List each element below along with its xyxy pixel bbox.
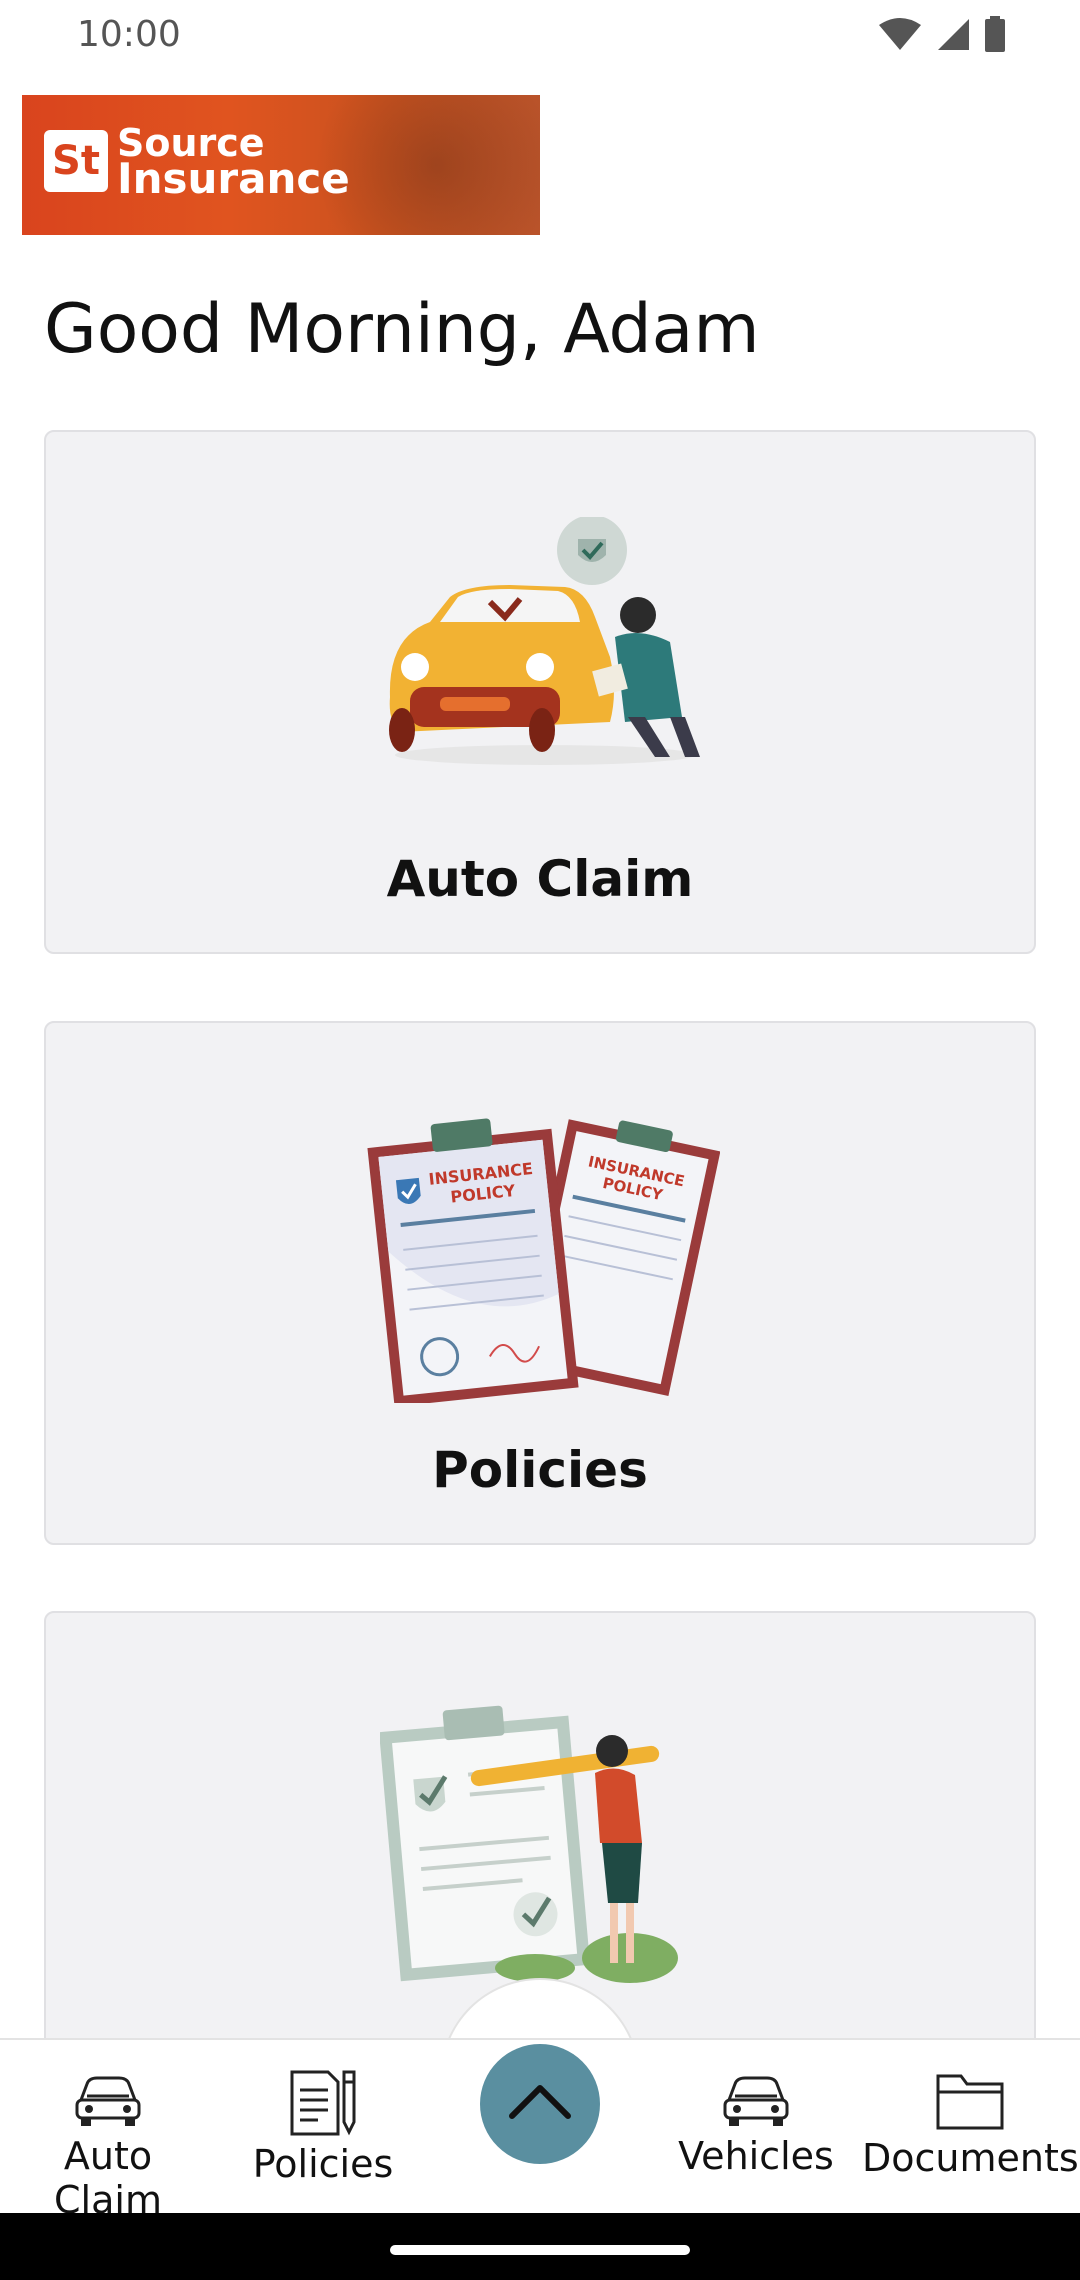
expand-menu-button[interactable] — [480, 2044, 600, 2164]
status-time: 10:00 — [77, 14, 181, 55]
nav-label-documents: Documents — [862, 2136, 1079, 2180]
logo-text: Source Insurance — [117, 124, 350, 203]
cellular-signal-icon — [938, 19, 969, 50]
system-navigation-bar — [0, 2213, 1080, 2280]
car-icon — [723, 2076, 789, 2126]
insurance-policy-documents-illustration: INSURANCE POLICY INSURANCE POLICY — [367, 1118, 720, 1403]
auto-claim-label: Auto Claim — [386, 850, 694, 908]
nav-label-auto-claim: Auto Claim — [54, 2134, 162, 2222]
logo-name-line2: Insurance — [117, 154, 350, 203]
checklist-illustration — [380, 1705, 678, 1983]
nav-item-vehicles[interactable]: Vehicles — [666, 2070, 846, 2178]
home-gesture-handle[interactable] — [390, 2245, 690, 2255]
car-icon — [75, 2076, 141, 2126]
folder-icon — [936, 2074, 1004, 2130]
nav-label-policies: Policies — [252, 2142, 394, 2186]
greeting-title: Good Morning, Adam — [44, 290, 760, 369]
logo-mark: St — [44, 130, 108, 192]
chevron-up-icon — [509, 2085, 571, 2119]
document-pen-icon — [290, 2070, 356, 2136]
car-inspection-illustration — [389, 517, 700, 765]
nav-label-vehicles: Vehicles — [678, 2134, 834, 2178]
nav-item-policies[interactable]: Policies — [228, 2070, 418, 2186]
nav-item-documents[interactable]: Documents — [862, 2070, 1079, 2180]
policies-label: Policies — [432, 1441, 648, 1499]
nav-item-auto-claim[interactable]: Auto Claim — [8, 2070, 208, 2222]
status-icons — [878, 16, 1006, 52]
auto-claim-card[interactable]: Auto Claim — [44, 430, 1036, 954]
wifi-icon — [879, 18, 921, 50]
policies-card[interactable]: INSURANCE POLICY INSURANCE POLICY Polici… — [44, 1021, 1036, 1545]
battery-icon — [985, 16, 1005, 52]
status-bar: 10:00 — [0, 0, 1080, 72]
brand-logo: St Source Insurance — [22, 95, 540, 235]
